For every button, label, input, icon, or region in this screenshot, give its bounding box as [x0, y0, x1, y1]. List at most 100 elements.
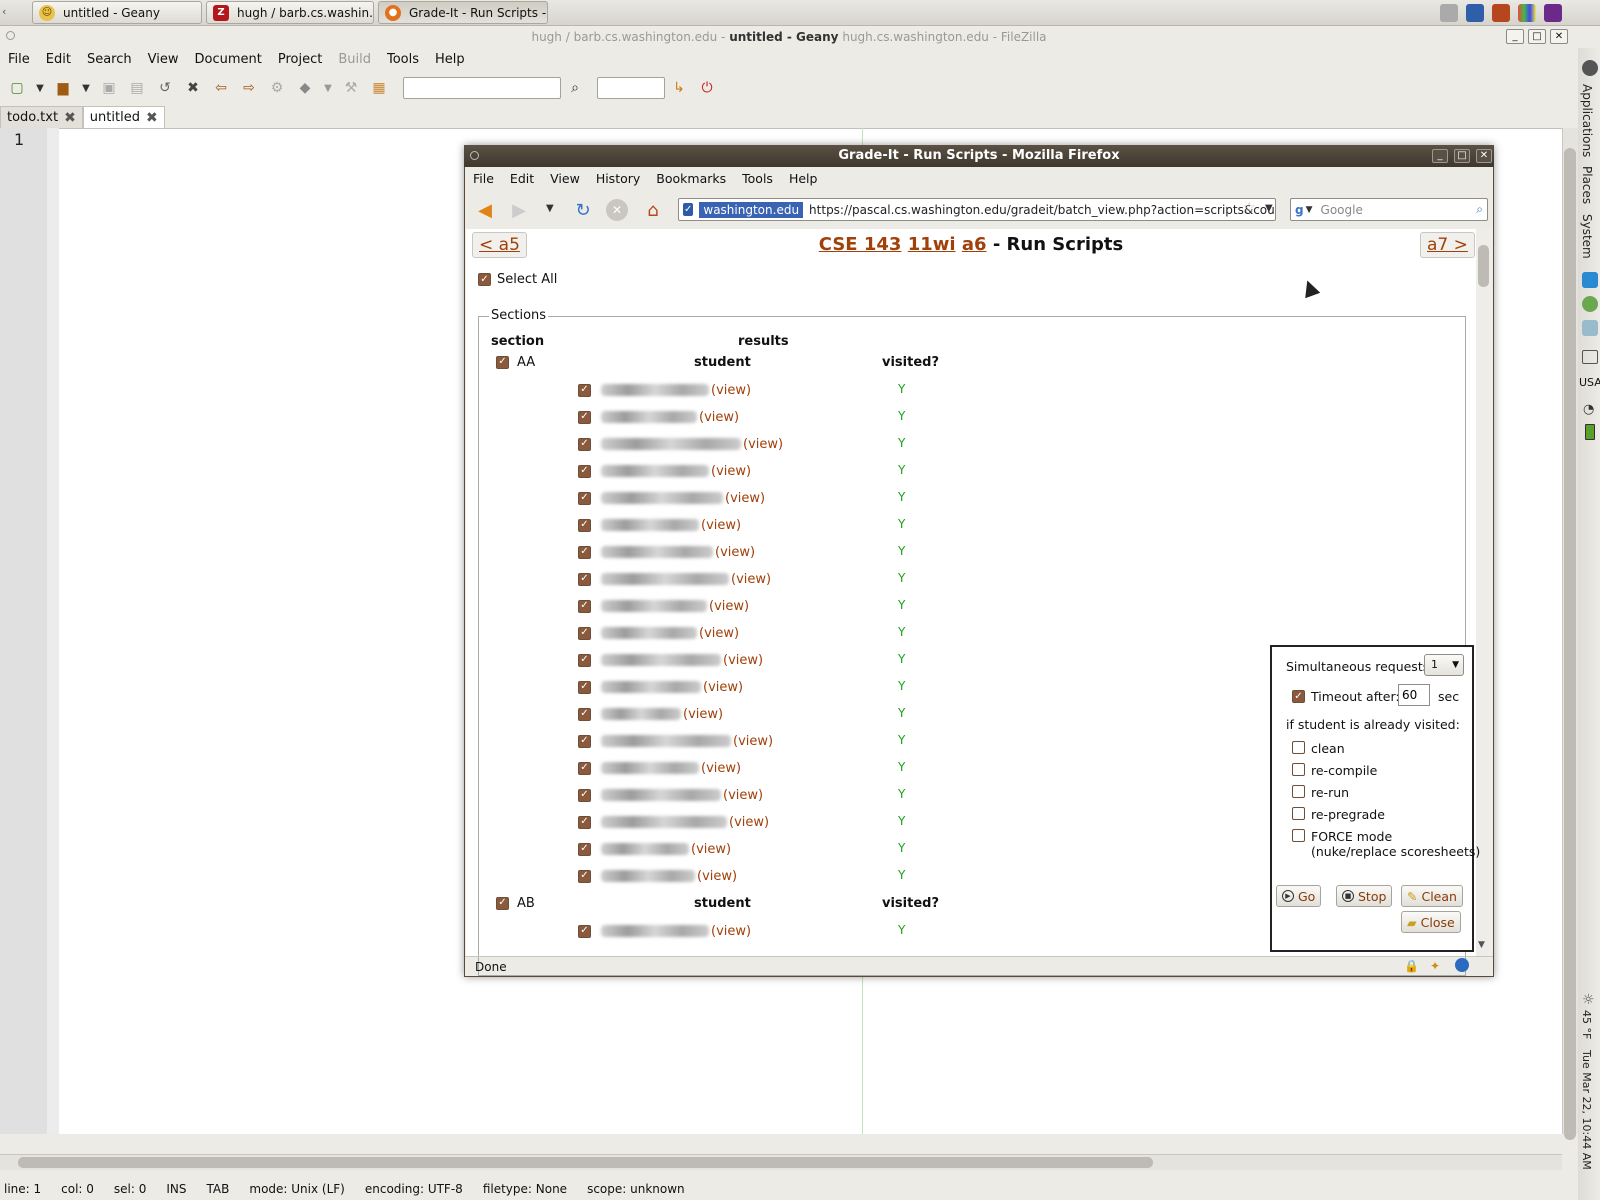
- menu-build[interactable]: Build: [330, 52, 379, 67]
- taskbar-item-firefox[interactable]: ● Grade-It - Run Scripts -...: [378, 1, 548, 24]
- ff-menu-bookmarks[interactable]: Bookmarks: [648, 171, 734, 186]
- chevron-down-icon[interactable]: ▼: [80, 77, 92, 99]
- view-link[interactable]: (view): [731, 572, 771, 587]
- app-launcher-icon[interactable]: [1466, 4, 1484, 22]
- repregrade-checkbox[interactable]: [1292, 807, 1305, 820]
- menu-edit[interactable]: Edit: [38, 52, 79, 67]
- student-checkbox[interactable]: ✓: [578, 518, 591, 532]
- view-link[interactable]: (view): [699, 410, 739, 425]
- goto-line-icon[interactable]: ↳: [668, 77, 690, 99]
- terminal-icon[interactable]: [1492, 4, 1510, 22]
- view-link[interactable]: (view): [691, 842, 731, 857]
- view-link[interactable]: (view): [701, 761, 741, 776]
- rerun-checkbox[interactable]: [1292, 785, 1305, 798]
- select-all-checkbox[interactable]: ✓: [478, 273, 491, 286]
- site-identity-icon[interactable]: ✓: [683, 203, 694, 216]
- maximize-icon[interactable]: □: [1528, 29, 1546, 44]
- close-icon[interactable]: ✕: [1550, 29, 1568, 44]
- view-link[interactable]: (view): [701, 518, 741, 533]
- window-menu-icon[interactable]: [6, 31, 15, 40]
- view-link[interactable]: (view): [711, 464, 751, 479]
- ff-menu-file[interactable]: File: [465, 171, 502, 186]
- ff-menu-history[interactable]: History: [588, 171, 648, 186]
- forward-arrow-icon[interactable]: ▶: [506, 197, 532, 223]
- view-link[interactable]: (view): [729, 815, 769, 830]
- reload-icon[interactable]: ↻: [570, 197, 596, 223]
- student-checkbox[interactable]: ✓: [578, 545, 591, 559]
- save-icon[interactable]: ▣: [98, 77, 120, 99]
- student-checkbox[interactable]: ✓: [578, 410, 591, 424]
- url-text[interactable]: https://pascal.cs.washington.edu/gradeit…: [809, 203, 1275, 217]
- student-checkbox[interactable]: ✓: [578, 383, 591, 397]
- chevron-down-icon[interactable]: ▼: [1306, 205, 1313, 215]
- minimize-icon[interactable]: _: [1432, 149, 1448, 163]
- taskbar-item-filezilla[interactable]: Z hugh / barb.cs.washin...: [206, 1, 374, 24]
- search-input[interactable]: [403, 77, 561, 99]
- google-icon[interactable]: g: [1295, 203, 1304, 217]
- close-file-icon[interactable]: ✖: [182, 77, 204, 99]
- recompile-checkbox[interactable]: [1292, 763, 1305, 776]
- student-checkbox[interactable]: ✓: [578, 842, 591, 856]
- section-checkbox[interactable]: ✓: [496, 355, 509, 369]
- editor-horizontal-scroll-thumb[interactable]: [18, 1157, 1153, 1168]
- save-all-icon[interactable]: ▤: [126, 77, 148, 99]
- assignment-link[interactable]: a6: [962, 234, 987, 255]
- close-tab-icon[interactable]: ✖: [146, 110, 158, 126]
- view-link[interactable]: (view): [733, 734, 773, 749]
- student-checkbox[interactable]: ✓: [578, 464, 591, 478]
- simultaneous-select[interactable]: 1 ▼: [1424, 654, 1464, 676]
- menu-project[interactable]: Project: [270, 52, 330, 67]
- bookmark-star-icon[interactable]: ☆: [1243, 200, 1256, 216]
- course-link[interactable]: CSE 143: [819, 234, 902, 255]
- forward-icon[interactable]: ⇨: [238, 77, 260, 99]
- panel-system[interactable]: System: [1580, 214, 1594, 259]
- student-checkbox[interactable]: ✓: [578, 599, 591, 613]
- stop-icon[interactable]: ✕: [606, 199, 628, 221]
- view-link[interactable]: (view): [723, 788, 763, 803]
- student-checkbox[interactable]: ✓: [578, 761, 591, 775]
- wifi-icon[interactable]: ◔: [1583, 402, 1594, 417]
- close-icon[interactable]: ✕: [1476, 149, 1492, 163]
- close-button[interactable]: ▰ Close: [1401, 911, 1461, 933]
- battery-icon[interactable]: [1585, 424, 1595, 440]
- view-link[interactable]: (view): [709, 599, 749, 614]
- menu-document[interactable]: Document: [186, 52, 269, 67]
- display-icon[interactable]: [1582, 350, 1598, 364]
- ff-menu-tools[interactable]: Tools: [734, 171, 781, 186]
- menu-view[interactable]: View: [140, 52, 187, 67]
- firebug-icon[interactable]: [1455, 958, 1469, 972]
- tab-untitled[interactable]: untitled ✖: [82, 106, 165, 128]
- view-link[interactable]: (view): [723, 653, 763, 668]
- timeout-checkbox[interactable]: ✓: [1292, 690, 1305, 703]
- history-dropdown-icon[interactable]: ▼: [546, 203, 554, 214]
- student-checkbox[interactable]: ✓: [578, 653, 591, 667]
- view-link[interactable]: (view): [711, 924, 751, 939]
- student-checkbox[interactable]: ✓: [578, 707, 591, 721]
- view-link[interactable]: (view): [683, 707, 723, 722]
- view-link[interactable]: (view): [703, 680, 743, 695]
- student-checkbox[interactable]: ✓: [578, 924, 591, 938]
- back-arrow-icon[interactable]: ◀: [472, 197, 498, 223]
- color-chooser-icon[interactable]: ▦: [368, 77, 390, 99]
- student-checkbox[interactable]: ✓: [578, 437, 591, 451]
- student-checkbox[interactable]: ✓: [578, 734, 591, 748]
- url-site-badge[interactable]: washington.edu: [699, 201, 804, 218]
- quit-icon[interactable]: ⏻: [696, 77, 718, 99]
- go-button[interactable]: ▶ Go: [1276, 885, 1322, 907]
- scroll-down-icon[interactable]: ▼: [1478, 940, 1485, 950]
- student-checkbox[interactable]: ✓: [578, 680, 591, 694]
- windows-icon[interactable]: [1518, 4, 1536, 22]
- stop-button[interactable]: ■ Stop: [1336, 885, 1393, 907]
- network-app-icon[interactable]: [1582, 272, 1598, 288]
- clean-button[interactable]: ✎ Clean: [1401, 885, 1463, 907]
- menu-search[interactable]: Search: [79, 52, 140, 67]
- keyboard-layout[interactable]: USA: [1579, 376, 1600, 389]
- trash-icon[interactable]: [1440, 4, 1458, 22]
- ff-menu-edit[interactable]: Edit: [502, 171, 542, 186]
- minimize-icon[interactable]: _: [1506, 29, 1524, 44]
- window-menu-icon[interactable]: [470, 151, 479, 160]
- view-link[interactable]: (view): [715, 545, 755, 560]
- student-checkbox[interactable]: ✓: [578, 626, 591, 640]
- url-dropdown-icon[interactable]: ▼: [1265, 203, 1273, 214]
- goto-line-input[interactable]: [597, 77, 665, 99]
